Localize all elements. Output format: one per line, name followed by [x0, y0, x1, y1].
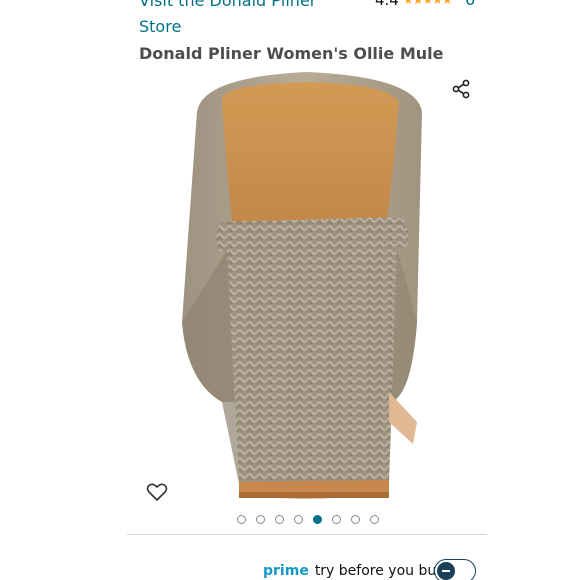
- rating-value: 4.4: [375, 0, 399, 9]
- prime-text: try before you buy: [314, 563, 445, 579]
- toggle-knob: [437, 562, 455, 580]
- carousel-dot[interactable]: [370, 515, 379, 524]
- rating[interactable]: 4.4 ★★★★★: [375, 0, 453, 9]
- share-icon: [452, 79, 470, 99]
- product-title: Donald Pliner Women's Ollie Mule: [139, 44, 444, 63]
- prime-try-before-you-buy: prime try before you buy: [263, 563, 445, 579]
- heart-icon: [146, 483, 168, 501]
- carousel-dot[interactable]: [351, 515, 360, 524]
- share-button[interactable]: [447, 75, 475, 103]
- carousel-dot-active[interactable]: [313, 515, 322, 524]
- divider: [127, 534, 487, 535]
- try-before-you-buy-toggle[interactable]: [434, 559, 476, 580]
- product-image-container[interactable]: [127, 72, 487, 510]
- star-rating-icon: ★★★★★: [402, 0, 453, 7]
- carousel-dot[interactable]: [294, 515, 303, 524]
- carousel-dot[interactable]: [275, 515, 284, 524]
- carousel-dot[interactable]: [237, 515, 246, 524]
- visit-store-link[interactable]: Visit the Donald Pliner Store: [139, 0, 339, 40]
- prime-logo: prime: [263, 563, 309, 579]
- image-carousel-dots[interactable]: [237, 515, 379, 524]
- product-image: [182, 72, 422, 499]
- carousel-dot[interactable]: [332, 515, 341, 524]
- carousel-dot[interactable]: [256, 515, 265, 524]
- rating-count-link[interactable]: 6: [465, 0, 475, 9]
- add-to-wishlist-button[interactable]: [143, 478, 171, 506]
